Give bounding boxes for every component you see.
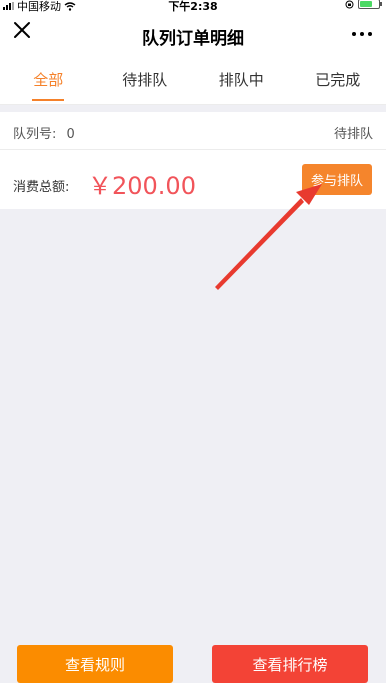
order-status: 待排队	[334, 123, 373, 142]
tab-label: 排队中	[219, 71, 264, 89]
view-ranking-button[interactable]: 查看排行榜	[212, 645, 368, 683]
total-amount: ￥200.00	[88, 166, 196, 201]
tab-pending[interactable]: 待排队	[97, 58, 194, 104]
tab-queuing[interactable]: 排队中	[193, 58, 290, 104]
status-bar: 中国移动 下午2:38	[0, 0, 386, 12]
tab-completed[interactable]: 已完成	[290, 58, 386, 104]
orientation-lock-icon	[345, 0, 354, 9]
total-label: 消费总额:	[13, 176, 69, 195]
status-tabs: 全部 待排队 排队中 已完成	[0, 58, 386, 105]
order-header-row: 队列号: 0 待排队	[0, 112, 386, 150]
tab-label: 已完成	[315, 71, 360, 89]
page-title: 队列订单明细	[0, 24, 386, 49]
tab-all[interactable]: 全部	[0, 58, 97, 104]
tab-active-indicator	[32, 99, 64, 101]
view-rules-button[interactable]: 查看规则	[17, 645, 173, 683]
queue-number-value: 0	[67, 127, 75, 142]
order-card: 队列号: 0 待排队 消费总额: ￥200.00 参与排队	[0, 112, 386, 209]
more-icon[interactable]	[352, 32, 372, 36]
tab-label: 待排队	[122, 71, 167, 89]
nav-bar: 队列订单明细	[0, 12, 386, 58]
battery-icon	[358, 0, 380, 9]
queue-number-label: 队列号:	[13, 127, 56, 142]
tab-label: 全部	[33, 71, 63, 89]
queue-number: 队列号: 0	[13, 123, 75, 142]
status-right	[345, 0, 380, 9]
join-queue-button[interactable]: 参与排队	[302, 164, 372, 195]
footer-bar: 查看规则 查看排行榜	[0, 641, 386, 680]
